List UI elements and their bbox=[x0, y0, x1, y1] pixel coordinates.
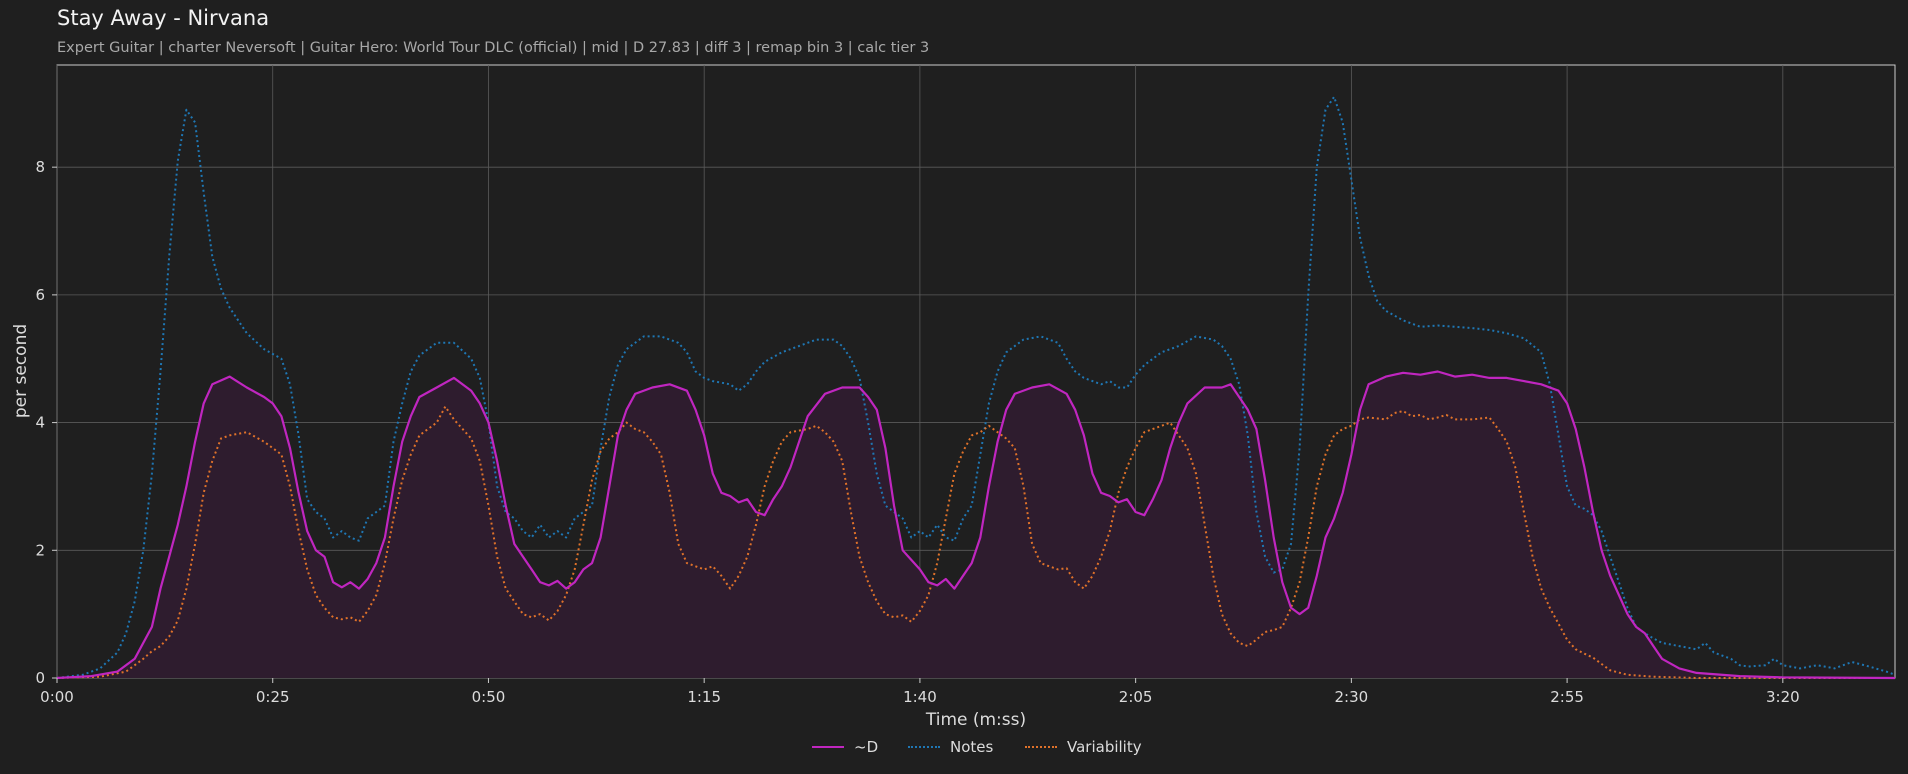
y-tick-label: 4 bbox=[35, 414, 45, 432]
legend-label-notes: Notes bbox=[950, 738, 994, 756]
y-tick-label: 2 bbox=[35, 541, 45, 559]
x-tick-label: 3:20 bbox=[1766, 688, 1800, 706]
legend-item-d: ~D bbox=[812, 736, 878, 758]
x-axis-label: Time (m:ss) bbox=[925, 710, 1026, 730]
series-layer bbox=[56, 95, 1896, 680]
legend-label-variability: Variability bbox=[1067, 738, 1142, 756]
x-tick-label: 0:25 bbox=[256, 688, 290, 706]
x-tick-label: 1:15 bbox=[687, 688, 721, 706]
legend-label-d: ~D bbox=[854, 738, 879, 756]
y-tick-label: 6 bbox=[35, 286, 45, 304]
legend: ~D Notes Variability bbox=[0, 736, 1908, 758]
legend-item-notes: Notes bbox=[908, 736, 993, 758]
x-tick-label: 1:40 bbox=[903, 688, 937, 706]
chart-plot: 0:00 0:25 0:50 1:15 1:40 2:05 2:30 2:55 3:20 0 2 4 6… bbox=[11, 64, 1896, 730]
x-tick-label: 2:30 bbox=[1335, 688, 1369, 706]
legend-item-variability: Variability bbox=[1025, 736, 1142, 758]
x-tick-label: 0:00 bbox=[40, 688, 74, 706]
legend-swatch-d bbox=[812, 746, 844, 748]
x-tick-label: 2:55 bbox=[1550, 688, 1584, 706]
y-tick-label: 0 bbox=[35, 669, 45, 687]
legend-swatch-notes bbox=[908, 746, 940, 748]
series-d-area bbox=[57, 371, 1895, 678]
y-tick-label: 8 bbox=[35, 158, 45, 176]
legend-swatch-variability bbox=[1025, 746, 1057, 748]
x-tick-label: 2:05 bbox=[1119, 688, 1153, 706]
y-axis-label: per second bbox=[11, 324, 31, 418]
x-tick-label: 0:50 bbox=[472, 688, 506, 706]
